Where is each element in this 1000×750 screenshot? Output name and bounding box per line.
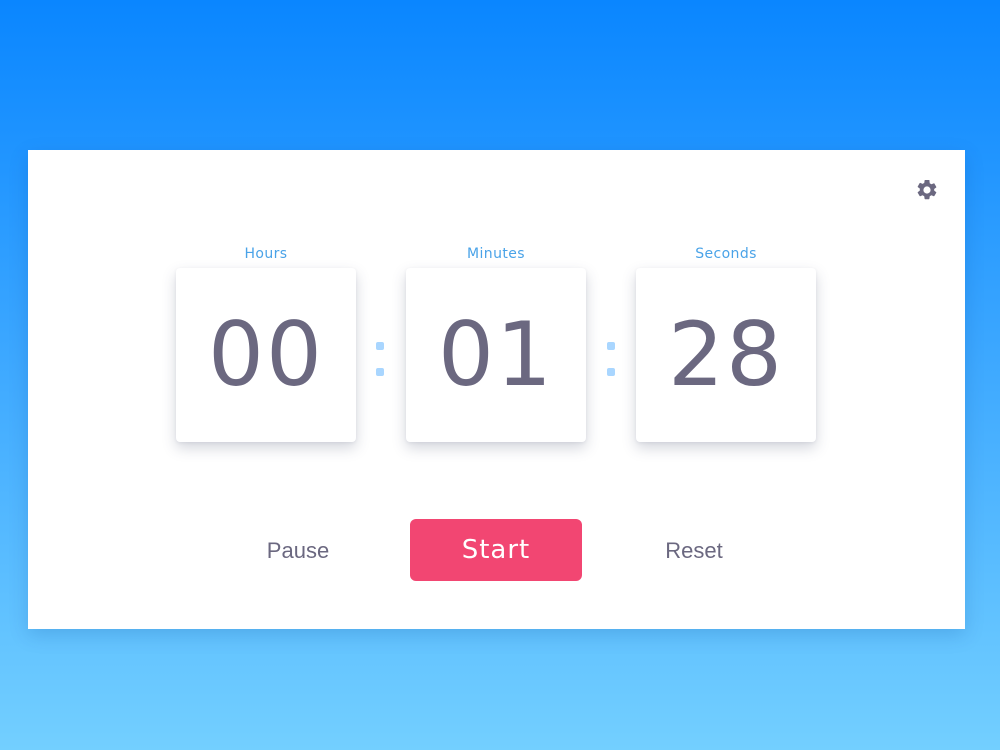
hours-value: 00 xyxy=(208,303,324,406)
gear-icon xyxy=(917,179,937,200)
minutes-label: Minutes xyxy=(467,246,525,262)
timer-card: Hours 00 Minutes 01 Seconds 28 Pause Sta… xyxy=(28,150,965,629)
minutes-box: 01 xyxy=(406,268,586,442)
hours-box: 00 xyxy=(176,268,356,442)
separator-minutes-seconds xyxy=(607,342,615,378)
separator-dot xyxy=(607,368,615,376)
reset-button[interactable]: Reset xyxy=(646,520,742,580)
hours-label: Hours xyxy=(244,246,288,262)
pause-button[interactable]: Pause xyxy=(250,520,346,580)
start-button[interactable]: Start xyxy=(410,519,582,581)
minutes-value: 01 xyxy=(438,303,554,406)
seconds-unit: Seconds 28 xyxy=(636,244,816,442)
seconds-label: Seconds xyxy=(695,246,757,262)
separator-hours-minutes xyxy=(376,342,384,378)
settings-button[interactable] xyxy=(915,178,939,202)
separator-dot xyxy=(607,342,615,350)
minutes-unit: Minutes 01 xyxy=(406,244,586,442)
seconds-box: 28 xyxy=(636,268,816,442)
separator-dot xyxy=(376,342,384,350)
seconds-value: 28 xyxy=(668,303,784,406)
hours-unit: Hours 00 xyxy=(176,244,356,442)
separator-dot xyxy=(376,368,384,376)
